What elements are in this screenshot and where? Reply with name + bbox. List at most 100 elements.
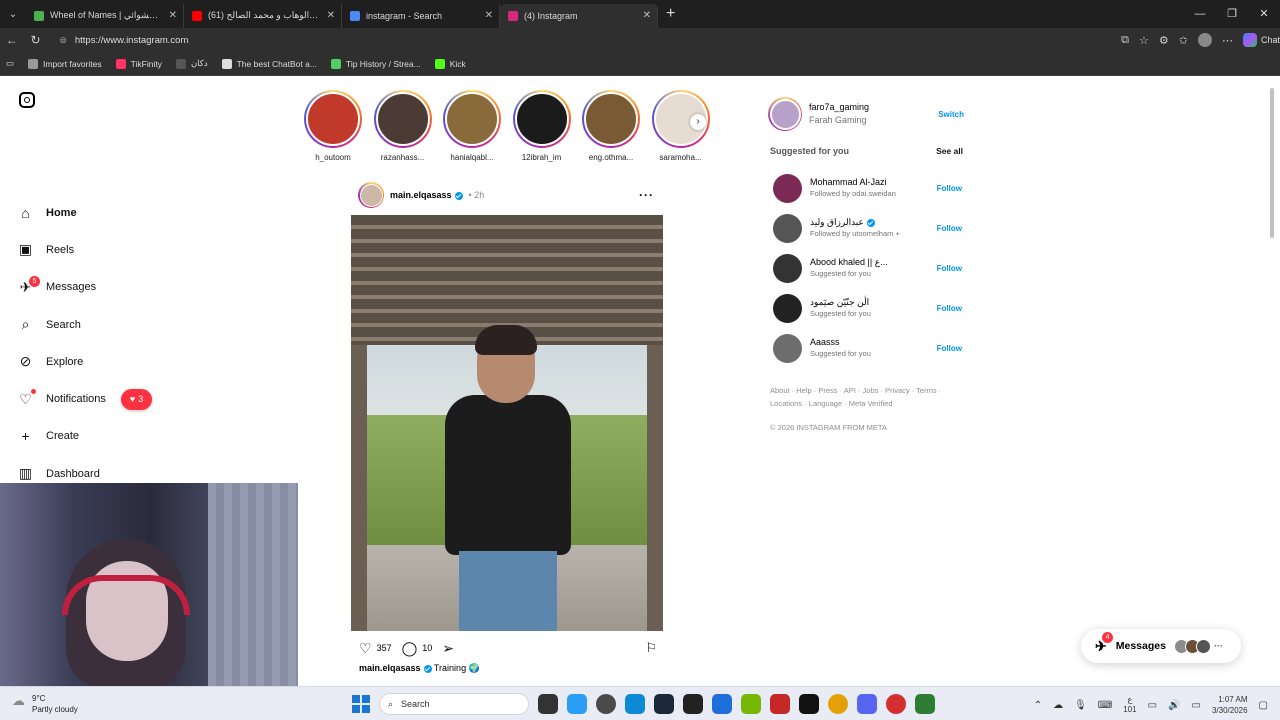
back-button[interactable]: ← <box>0 33 24 47</box>
follow-button[interactable]: Follow <box>937 184 962 193</box>
sidebar-item-messages[interactable]: ✈ 5 Messages <box>18 269 152 306</box>
clock[interactable]: 1:07 AM 3/30/2026 <box>1212 694 1248 716</box>
suggestion-name[interactable]: Aaasss <box>810 336 930 348</box>
language-indicator[interactable]: ع 101 <box>1123 695 1136 715</box>
microphone-icon[interactable]: 🎙 <box>1074 700 1087 711</box>
browser-tab[interactable]: (61) ياسر عبد الوهاب و محمد الصالح ✕ <box>184 3 342 28</box>
sidebar-item-reels[interactable]: ▣ Reels <box>18 231 152 268</box>
close-window-button[interactable]: ✕ <box>1248 0 1280 28</box>
favorite-star-icon[interactable]: ☆ <box>1139 34 1149 47</box>
onedrive-icon[interactable]: ☁ <box>1053 700 1063 711</box>
comment-icon[interactable]: ◯ <box>402 641 418 655</box>
story-avatar[interactable] <box>582 90 640 148</box>
see-all-link[interactable]: See all <box>936 146 963 156</box>
story-item[interactable]: hanialqabl... <box>443 90 501 162</box>
switch-account-button[interactable]: Switch <box>938 110 964 119</box>
like-heart-icon[interactable]: ♡ <box>359 641 372 655</box>
messages-floating-button[interactable]: ✈ 4 Messages ··· <box>1081 629 1241 663</box>
story-avatar[interactable] <box>304 90 362 148</box>
xbox-app-icon[interactable] <box>683 694 703 714</box>
follow-button[interactable]: Follow <box>937 264 962 273</box>
profile-avatar[interactable] <box>1197 33 1212 47</box>
red-app-icon[interactable] <box>770 694 790 714</box>
follow-button[interactable]: Follow <box>937 344 962 353</box>
suggestion-name[interactable]: Mohammad Al-Jazi <box>810 176 930 188</box>
story-item[interactable]: eng.othma... <box>582 90 640 162</box>
bookmark-item[interactable]: Import favorites <box>28 58 102 69</box>
bookmark-item[interactable]: Kick <box>434 58 466 69</box>
network-icon[interactable]: ▭ <box>1148 700 1157 711</box>
suggestion-avatar[interactable] <box>773 213 802 243</box>
favorites-icon[interactable]: ✩ <box>1179 34 1188 47</box>
taskview-app-icon[interactable] <box>538 694 558 714</box>
copilot-chat-button[interactable]: Chat <box>1242 33 1280 47</box>
story-avatar[interactable] <box>373 90 432 148</box>
account-username[interactable]: faro7a_gaming <box>809 101 869 114</box>
minimize-button[interactable]: — <box>1184 0 1216 28</box>
bookmark-item[interactable]: TikFinity <box>115 58 162 69</box>
close-tab-icon[interactable]: ✕ <box>643 10 651 21</box>
extensions-icon[interactable]: ⚙ <box>1159 34 1169 47</box>
browser-tab[interactable]: Wheel of Names | الاسم العشوائي ✕ <box>26 3 184 28</box>
close-tab-icon[interactable]: ✕ <box>327 10 335 21</box>
suggestion-avatar[interactable] <box>773 173 802 203</box>
notification-center-icon[interactable]: ▢ <box>1259 700 1268 711</box>
bookmark-item[interactable]: The best ChatBot a... <box>221 58 317 69</box>
post-author-username[interactable]: main.elqasass <box>390 190 463 200</box>
obs-app-icon[interactable] <box>596 694 616 714</box>
follow-button[interactable]: Follow <box>937 304 962 313</box>
tab-actions-menu-button[interactable]: ⌄ <box>0 0 26 28</box>
volume-icon[interactable]: 🔊 <box>1168 700 1180 711</box>
address-bar[interactable]: ⊜ https://www.instagram.com <box>53 30 1114 50</box>
split-screen-icon[interactable]: ⧉ <box>1121 34 1129 47</box>
store-app-icon[interactable] <box>712 694 732 714</box>
discord-app-icon[interactable] <box>857 694 877 714</box>
start-button[interactable] <box>352 695 370 713</box>
site-info-icon[interactable]: ⊜ <box>59 35 67 46</box>
browser-tab[interactable]: instagram - Search ✕ <box>342 3 500 28</box>
refresh-button[interactable]: ↻ <box>24 33 48 47</box>
suggestion-avatar[interactable] <box>773 253 802 283</box>
new-tab-button[interactable]: + <box>666 5 675 23</box>
taskbar-search[interactable]: ⌕ Search <box>379 693 529 715</box>
green-app-icon[interactable] <box>915 694 935 714</box>
footer-links[interactable]: About · Help · Press · API · Jobs · Priv… <box>770 385 960 410</box>
follow-button[interactable]: Follow <box>937 224 962 233</box>
post-author-avatar[interactable] <box>358 182 384 208</box>
battery-icon[interactable]: ▭ <box>1192 700 1201 711</box>
story-item[interactable]: 12ibrah_im <box>512 90 571 162</box>
weather-widget[interactable]: 9°C Partly cloudy <box>12 693 78 715</box>
close-tab-icon[interactable]: ✕ <box>169 10 177 21</box>
suggestion-avatar[interactable] <box>773 293 802 323</box>
notifications-pill[interactable]: ♥ 3 <box>120 388 153 410</box>
instagram-logo-icon[interactable] <box>19 92 35 108</box>
caption-username[interactable]: main.elqasass <box>359 663 421 673</box>
bookmark-item[interactable]: Tip History / Strea... <box>330 58 421 69</box>
restore-button[interactable]: ❐ <box>1216 0 1248 28</box>
save-bookmark-icon[interactable]: ⚐ <box>645 640 657 656</box>
keyboard-icon[interactable]: ⌨ <box>1098 700 1112 711</box>
chrome-app-icon[interactable] <box>828 694 848 714</box>
share-icon[interactable]: ➢ <box>442 641 454 655</box>
settings-app-icon[interactable] <box>886 694 906 714</box>
page-scrollbar[interactable] <box>1268 86 1276 676</box>
stories-next-button[interactable]: › <box>690 114 706 130</box>
account-avatar[interactable] <box>768 97 802 131</box>
story-item[interactable]: h_outoom <box>304 90 362 162</box>
suggestion-name[interactable]: عبدالرزاق وليد <box>810 216 930 228</box>
story-item[interactable]: razanhass... <box>373 90 432 162</box>
tray-chevron-icon[interactable]: ⌃ <box>1034 700 1042 711</box>
close-tab-icon[interactable]: ✕ <box>485 10 493 21</box>
nvidia-app-icon[interactable] <box>741 694 761 714</box>
sidebar-item-create[interactable]: + Create <box>18 418 152 455</box>
sidebar-item-home[interactable]: ⌂ Home <box>18 194 152 231</box>
bookmarks-menu-icon[interactable]: ▭ <box>6 58 14 69</box>
post-image[interactable] <box>351 215 663 631</box>
edge-app-icon[interactable] <box>625 694 645 714</box>
sidebar-item-notifications[interactable]: ♡ Notifications ♥ 3 <box>18 380 153 417</box>
sidebar-item-explore[interactable]: ⊘ Explore <box>18 343 152 380</box>
suggestion-avatar[interactable] <box>773 333 802 363</box>
more-menu-icon[interactable]: ⋯ <box>1222 34 1233 47</box>
story-avatar[interactable] <box>512 90 571 148</box>
copilot-app-icon[interactable] <box>567 694 587 714</box>
